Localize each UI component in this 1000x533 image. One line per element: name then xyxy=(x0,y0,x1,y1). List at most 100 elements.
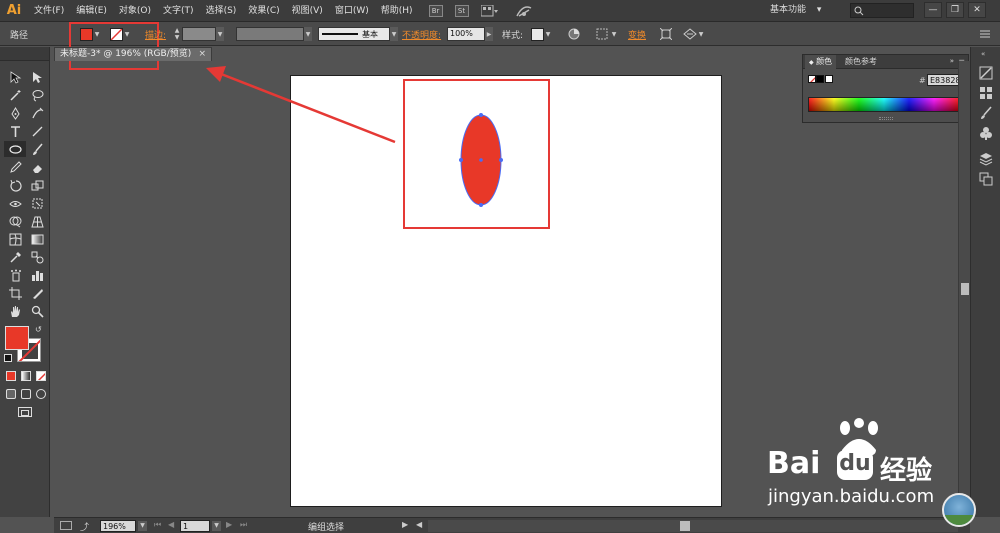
graphic-style-control[interactable]: ▼ xyxy=(531,22,552,46)
artboard-dropdown-icon[interactable]: ▼ xyxy=(212,521,221,531)
recolor-artwork-icon[interactable] xyxy=(568,22,580,46)
blend-tool-icon[interactable] xyxy=(28,249,46,265)
slice-tool-icon[interactable] xyxy=(28,285,46,301)
search-input[interactable] xyxy=(850,3,914,18)
stepper-icon[interactable]: ▲ ▼ xyxy=(172,27,182,41)
scale-tool-icon[interactable] xyxy=(28,177,46,193)
chevron-down-icon[interactable]: ▼ xyxy=(216,27,224,41)
color-panel-icon[interactable] xyxy=(978,65,994,81)
stroke-weight-stepper[interactable]: ▲ ▼ ▼ xyxy=(172,22,224,46)
color-spectrum[interactable] xyxy=(808,97,960,112)
zoom-field[interactable]: 196% xyxy=(100,520,136,532)
vertical-scrollbar[interactable] xyxy=(958,61,970,517)
variable-width-dropdown[interactable]: ▼ xyxy=(236,22,312,46)
share-icon[interactable]: ⤴ xyxy=(80,520,89,533)
direct-selection-tool-icon[interactable] xyxy=(28,69,46,85)
menu-view[interactable]: 视图(V) xyxy=(286,0,329,22)
menu-file[interactable]: 文件(F) xyxy=(28,0,70,22)
first-artboard-icon[interactable]: ⏮ xyxy=(154,520,161,530)
workspace-switcher[interactable]: 基本功能 ▾ xyxy=(770,3,840,18)
stroke-weight-field[interactable] xyxy=(182,27,216,41)
hscroll-left-icon[interactable]: ◀ xyxy=(416,520,422,529)
pen-tool-icon[interactable] xyxy=(6,105,24,121)
ellipse-tool-icon[interactable] xyxy=(4,141,26,157)
color-mode-button[interactable] xyxy=(6,371,16,381)
arrange-documents-icon[interactable] xyxy=(480,4,503,17)
restore-button[interactable]: ❐ xyxy=(946,2,964,18)
gpu-performance-icon[interactable] xyxy=(515,4,533,18)
panel-resize-handle[interactable] xyxy=(879,117,893,120)
draw-inside-icon[interactable] xyxy=(36,389,46,399)
status-menu-icon[interactable]: ▶ xyxy=(402,520,408,529)
symbol-sprayer-tool-icon[interactable] xyxy=(6,267,24,283)
free-transform-tool-icon[interactable] xyxy=(28,195,46,211)
tools-panel-header[interactable] xyxy=(0,47,49,61)
selection-tool-icon[interactable] xyxy=(6,69,24,85)
swap-arrow-icon[interactable]: ↺ xyxy=(35,325,42,334)
none-mode-button[interactable] xyxy=(36,371,46,381)
opacity-control[interactable]: 100% ▶ xyxy=(447,22,493,46)
screen-mode-icon[interactable] xyxy=(18,407,32,417)
magic-wand-tool-icon[interactable] xyxy=(6,87,24,103)
tab-color[interactable]: ◆ 颜色 xyxy=(805,55,837,69)
bridge-icon[interactable]: Br xyxy=(428,4,443,17)
close-window-button[interactable]: ✕ xyxy=(968,2,986,18)
menu-effect[interactable]: 效果(C) xyxy=(242,0,285,22)
document-tab[interactable]: 未标题-3* @ 196% (RGB/预览) × xyxy=(54,47,212,61)
shape-builder-tool-icon[interactable] xyxy=(6,213,24,229)
tab-color-guide[interactable]: 颜色参考 xyxy=(841,55,881,69)
column-graph-tool-icon[interactable] xyxy=(28,267,46,283)
default-colors-icon[interactable] xyxy=(4,354,12,362)
prev-artboard-icon[interactable]: ◀ xyxy=(168,520,174,529)
horizontal-scroll-thumb[interactable] xyxy=(680,521,690,531)
artboard-tool-icon[interactable] xyxy=(6,285,24,301)
opacity-label[interactable]: 不透明度: xyxy=(402,22,441,46)
menu-edit[interactable]: 编辑(E) xyxy=(70,0,113,22)
chevron-down-icon[interactable]: ▼ xyxy=(390,27,398,41)
line-segment-tool-icon[interactable] xyxy=(28,123,46,139)
panel-collapse-icon[interactable]: » xyxy=(950,57,954,65)
menu-type[interactable]: 文字(T) xyxy=(157,0,200,22)
menu-window[interactable]: 窗口(W) xyxy=(329,0,375,22)
stroke-label[interactable]: 描边: xyxy=(145,22,166,46)
rotate-tool-icon[interactable] xyxy=(6,177,24,193)
transform-label-text[interactable]: 变换 xyxy=(628,28,646,41)
paintbrush-tool-icon[interactable] xyxy=(28,141,46,157)
symbols-panel-icon[interactable] xyxy=(978,125,994,141)
vertical-scroll-thumb[interactable] xyxy=(961,283,969,295)
color-white-swatch[interactable] xyxy=(825,75,833,83)
minimize-button[interactable]: — xyxy=(924,2,942,18)
transparency-grid-icon[interactable]: ▼ xyxy=(683,22,705,46)
draw-normal-icon[interactable] xyxy=(6,389,16,399)
variable-width-field[interactable] xyxy=(236,27,304,41)
horizontal-scrollbar[interactable] xyxy=(428,520,958,532)
transform-label[interactable]: 变换 xyxy=(628,22,646,46)
layers-panel-icon[interactable] xyxy=(978,151,994,167)
chevron-right-icon[interactable]: ▶ xyxy=(485,27,493,41)
opacity-field[interactable]: 100% xyxy=(447,27,485,41)
type-tool-icon[interactable] xyxy=(6,123,24,139)
opacity-label-text[interactable]: 不透明度: xyxy=(402,28,441,41)
gradient-mode-button[interactable] xyxy=(21,371,31,381)
swatches-panel-icon[interactable] xyxy=(978,85,994,101)
chevron-down-icon[interactable]: ▼ xyxy=(544,27,552,41)
artboard-number-field[interactable]: 1 xyxy=(180,520,210,532)
brush-definition-field[interactable]: 基本 xyxy=(318,27,390,41)
hex-input[interactable]: E83828 xyxy=(927,74,961,86)
panel-menu-icon[interactable] xyxy=(980,22,990,46)
stroke-label-text[interactable]: 描边: xyxy=(145,28,166,41)
curvature-tool-icon[interactable] xyxy=(28,105,46,121)
dock-expand-icon[interactable]: « xyxy=(981,50,985,58)
eyedropper-tool-icon[interactable] xyxy=(6,249,24,265)
stock-icon[interactable]: St xyxy=(454,4,469,17)
brush-definition-dropdown[interactable]: 基本 ▼ xyxy=(318,22,398,46)
chevron-down-icon[interactable]: ▼ xyxy=(304,27,312,41)
pencil-tool-icon[interactable] xyxy=(6,159,24,175)
width-tool-icon[interactable] xyxy=(6,195,24,211)
menu-object[interactable]: 对象(O) xyxy=(113,0,157,22)
chevron-down-icon[interactable]: ▼ xyxy=(697,27,705,41)
status-icon-left[interactable] xyxy=(60,521,72,530)
color-black-swatch[interactable] xyxy=(816,75,824,83)
eraser-tool-icon[interactable] xyxy=(28,159,46,175)
zoom-dropdown-icon[interactable]: ▼ xyxy=(138,521,147,531)
